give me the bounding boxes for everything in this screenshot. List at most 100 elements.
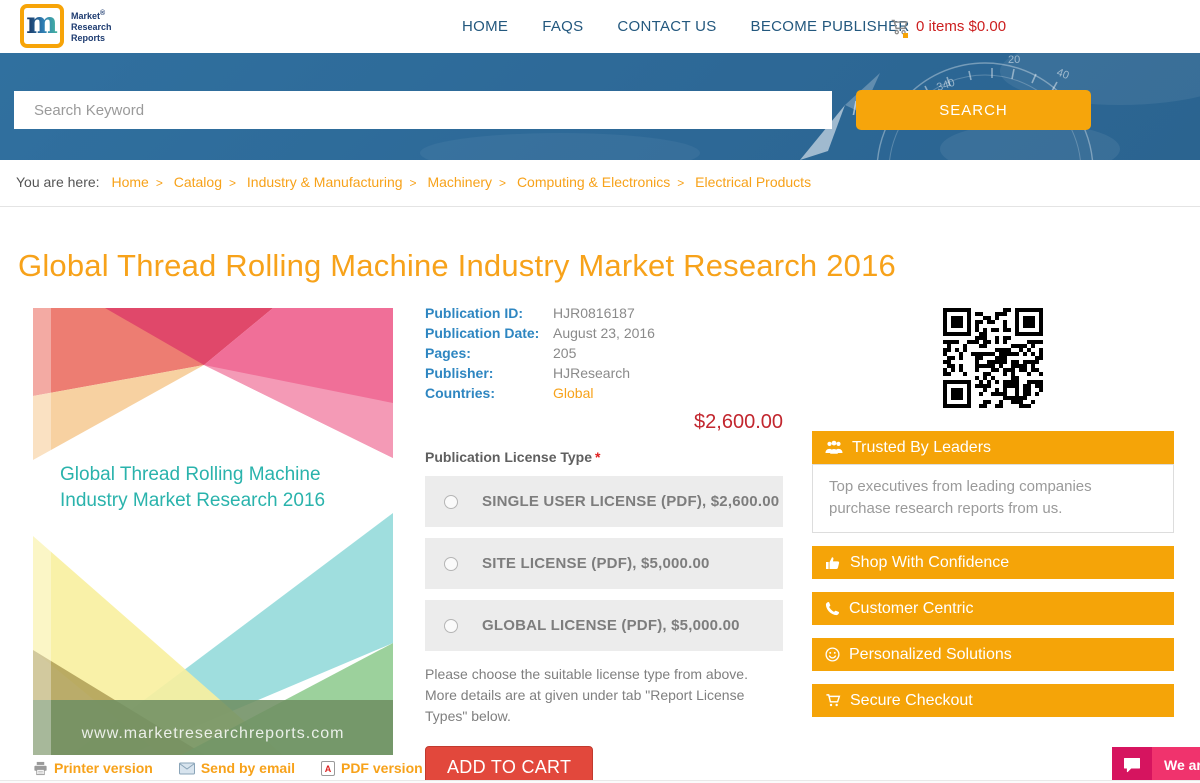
pdf-icon: A xyxy=(320,760,335,776)
license-option-site[interactable]: SITE LICENSE (PDF), $5,000.00 xyxy=(425,538,783,589)
pdf-version-label: PDF version xyxy=(340,760,423,776)
qr-code xyxy=(943,308,1043,408)
detail-row-publication-date: Publication Date: August 23, 2016 xyxy=(425,323,783,343)
product-cover-image: Global Thread Rolling Machine Industry M… xyxy=(33,308,393,755)
header: m Market® Research Reports HOME FAQS CON… xyxy=(0,0,1200,53)
nav-contact-us[interactable]: CONTACT US xyxy=(617,18,716,35)
breadcrumb-separator: > xyxy=(677,176,685,190)
printer-icon xyxy=(34,761,47,775)
detail-value: 205 xyxy=(553,345,577,361)
main-nav: HOME FAQS CONTACT US BECOME PUBLISHER xyxy=(462,0,910,53)
registered-mark: ® xyxy=(100,10,106,17)
product-details: Publication ID: HJR0816187 Publication D… xyxy=(425,303,783,783)
breadcrumb-section: You are here: Home > Catalog > Industry & … xyxy=(0,160,1200,207)
cover-watermark: www.marketresearchreports.com xyxy=(81,725,345,742)
nav-faqs[interactable]: FAQS xyxy=(542,18,583,35)
breadcrumb-computing-electronics[interactable]: Computing & Electronics xyxy=(517,174,670,190)
printer-version-label: Printer version xyxy=(54,760,153,776)
trusted-description: Top executives from leading companies pu… xyxy=(812,464,1174,533)
nav-home[interactable]: HOME xyxy=(462,18,508,35)
chat-bubble-icon xyxy=(1112,747,1152,783)
radio-button[interactable] xyxy=(444,494,458,509)
detail-label: Pages: xyxy=(425,345,471,361)
printer-version-link[interactable]: Printer version xyxy=(33,760,153,776)
banner-trusted-by-leaders: Trusted By Leaders xyxy=(812,431,1174,464)
license-option-label: SINGLE USER LICENSE (PDF), $2,600.00 xyxy=(482,493,780,510)
cart-count-text: 0 items $0.00 xyxy=(916,18,1007,35)
site-logo[interactable]: m Market® Research Reports xyxy=(20,4,112,48)
detail-value: August 23, 2016 xyxy=(553,325,655,341)
svg-text:40: 40 xyxy=(1055,67,1071,82)
cart-summary[interactable]: 0 items $0.00 xyxy=(890,0,1006,53)
search-button[interactable]: SEARCH xyxy=(856,90,1091,130)
detail-label: Publication ID: xyxy=(425,305,523,321)
live-chat-widget[interactable]: We are xyxy=(1112,747,1200,783)
cover-title-line2: Industry Market Research 2016 xyxy=(60,490,325,511)
detail-value: HJR0816187 xyxy=(553,305,635,321)
detail-row-publisher: Publisher: HJResearch xyxy=(425,363,783,383)
license-note: Please choose the suitable license type … xyxy=(425,666,748,724)
svg-text:20: 20 xyxy=(1008,54,1020,66)
users-icon xyxy=(825,440,843,454)
detail-label: Publication Date: xyxy=(425,325,540,341)
cover-title-line1: Global Thread Rolling Machine xyxy=(60,464,321,485)
svg-text:A: A xyxy=(325,764,332,774)
logo-line2: Research xyxy=(71,22,112,32)
breadcrumb-industry-manufacturing[interactable]: Industry & Manufacturing xyxy=(247,174,403,190)
send-by-email-link[interactable]: Send by email xyxy=(178,760,295,776)
breadcrumb-prefix: You are here: xyxy=(16,174,100,190)
breadcrumb-home[interactable]: Home xyxy=(111,174,148,190)
banner-label: Personalized Solutions xyxy=(849,645,1012,663)
sidebar: Trusted By Leaders Top executives from l… xyxy=(812,300,1174,730)
detail-label: Countries: xyxy=(425,385,495,401)
detail-label: Publisher: xyxy=(425,365,494,381)
nav-become-publisher[interactable]: BECOME PUBLISHER xyxy=(751,18,910,35)
page: m Market® Research Reports HOME FAQS CON… xyxy=(0,0,1200,783)
breadcrumb-separator: > xyxy=(228,176,236,190)
breadcrumb-electrical-products[interactable]: Electrical Products xyxy=(695,174,811,190)
price: $2,600.00 xyxy=(694,411,783,433)
pdf-version-link[interactable]: A PDF version xyxy=(320,760,423,776)
radio-button[interactable] xyxy=(444,618,458,633)
phone-icon xyxy=(825,601,840,616)
breadcrumb-catalog[interactable]: Catalog xyxy=(174,174,222,190)
countries-global-link[interactable]: Global xyxy=(553,383,593,403)
logo-mark: m xyxy=(20,4,64,48)
detail-row-pages: Pages: 205 xyxy=(425,343,783,363)
document-actions: Printer version Send by email A PDF vers… xyxy=(33,760,423,776)
radio-button[interactable] xyxy=(444,556,458,571)
banner-label: Shop With Confidence xyxy=(850,553,1010,571)
license-type-heading: Publication License Type * xyxy=(425,449,601,465)
thumbs-up-icon xyxy=(826,556,840,569)
breadcrumb-separator: > xyxy=(155,176,163,190)
breadcrumb: You are here: Home > Catalog > Industry & … xyxy=(0,160,1200,207)
chat-status-text: We are xyxy=(1152,747,1200,783)
smiley-icon xyxy=(825,647,840,662)
license-option-label: SITE LICENSE (PDF), $5,000.00 xyxy=(482,555,710,572)
banner-label: Trusted By Leaders xyxy=(852,438,992,456)
search-hero: 340 20 40 N SEARCH xyxy=(0,53,1200,160)
banner-personalized-solutions: Personalized Solutions xyxy=(812,638,1174,671)
logo-line1: Market xyxy=(71,11,101,21)
breadcrumb-separator: > xyxy=(499,176,507,190)
page-title: Global Thread Rolling Machine Industry M… xyxy=(18,248,896,283)
cart-icon xyxy=(890,18,909,38)
banner-shop-with-confidence: Shop With Confidence xyxy=(812,546,1174,579)
logo-text: Market® Research Reports xyxy=(71,8,112,44)
search-input[interactable] xyxy=(14,91,832,129)
logo-line3: Reports xyxy=(71,33,106,43)
required-asterisk: * xyxy=(595,449,601,465)
breadcrumb-machinery[interactable]: Machinery xyxy=(427,174,492,190)
send-by-email-label: Send by email xyxy=(200,760,295,776)
cart-icon xyxy=(826,694,841,707)
breadcrumb-separator: > xyxy=(409,176,417,190)
detail-value: HJResearch xyxy=(553,365,631,381)
license-option-single-user[interactable]: SINGLE USER LICENSE (PDF), $2,600.00 xyxy=(425,476,783,527)
banner-label: Customer Centric xyxy=(849,599,974,617)
add-to-cart-button[interactable]: ADD TO CART xyxy=(425,746,594,783)
banner-label: Secure Checkout xyxy=(850,691,973,709)
email-icon xyxy=(178,762,195,774)
banner-secure-checkout: Secure Checkout xyxy=(812,684,1174,717)
detail-row-publication-id: Publication ID: HJR0816187 xyxy=(425,303,783,323)
license-option-global[interactable]: GLOBAL LICENSE (PDF), $5,000.00 xyxy=(425,600,783,651)
